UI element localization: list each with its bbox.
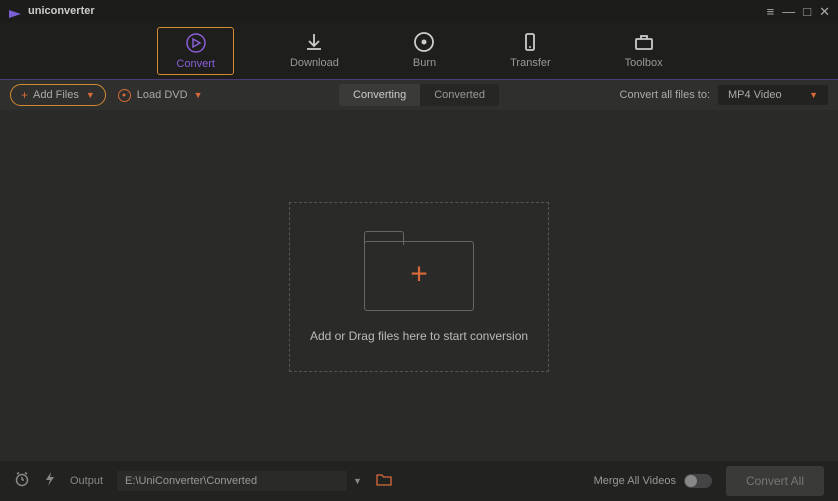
format-selected-label: MP4 Video [728, 89, 782, 101]
main-area: + Add or Drag files here to start conver… [0, 112, 838, 461]
bottom-bar: Output E:\UniConverter\Converted ▼ Merge… [0, 461, 838, 501]
tab-transfer[interactable]: Transfer [492, 27, 569, 75]
lightning-icon[interactable] [44, 471, 56, 492]
folder-open-icon[interactable] [376, 473, 392, 489]
chevron-down-icon: ▼ [194, 90, 203, 100]
segment-converted[interactable]: Converted [420, 84, 499, 106]
maximize-icon[interactable]: □ [803, 5, 811, 18]
download-icon [303, 31, 325, 53]
plus-icon: + [21, 88, 28, 102]
titlebar: uniconverter ≡ — □ ✕ [0, 0, 838, 22]
chevron-down-icon: ▼ [809, 90, 818, 100]
drop-zone[interactable]: + Add or Drag files here to start conver… [289, 202, 549, 372]
dvd-icon [118, 89, 131, 102]
add-files-button[interactable]: + Add Files ▼ [10, 84, 106, 106]
convert-all-to-label: Convert all files to: [620, 89, 710, 101]
toolbar: + Add Files ▼ Load DVD ▼ Converting Conv… [0, 80, 838, 110]
alarm-icon[interactable] [14, 471, 30, 492]
convert-icon [185, 32, 207, 54]
output-path-field[interactable]: E:\UniConverter\Converted [117, 471, 347, 491]
chevron-down-icon: ▼ [86, 90, 95, 100]
transfer-icon [519, 31, 541, 53]
chevron-down-icon[interactable]: ▼ [353, 476, 362, 486]
menu-icon[interactable]: ≡ [767, 5, 775, 18]
status-segmented: Converting Converted [339, 84, 499, 106]
tab-toolbox[interactable]: Toolbox [607, 27, 681, 75]
add-files-label: Add Files [33, 89, 79, 101]
folder-plus-icon: + [364, 231, 474, 311]
app-title: uniconverter [28, 5, 95, 17]
load-dvd-label: Load DVD [137, 89, 188, 101]
segment-converting[interactable]: Converting [339, 84, 420, 106]
toolbox-icon [633, 31, 655, 53]
drop-zone-text: Add or Drag files here to start conversi… [310, 329, 528, 343]
tab-download[interactable]: Download [272, 27, 357, 75]
burn-icon [413, 31, 435, 53]
merge-toggle[interactable] [684, 474, 712, 488]
output-format-select[interactable]: MP4 Video ▼ [718, 85, 828, 105]
convert-all-button[interactable]: Convert All [726, 466, 824, 496]
output-label: Output [70, 475, 103, 487]
merge-all-label: Merge All Videos [594, 475, 676, 487]
tab-burn[interactable]: Burn [395, 27, 454, 75]
close-icon[interactable]: ✕ [819, 5, 830, 18]
tab-convert[interactable]: Convert [157, 27, 234, 75]
top-nav: Convert Download Burn Transfer Toolbox [0, 22, 838, 80]
minimize-icon[interactable]: — [782, 5, 795, 18]
load-dvd-button[interactable]: Load DVD ▼ [118, 89, 203, 102]
app-logo-icon [8, 6, 22, 16]
